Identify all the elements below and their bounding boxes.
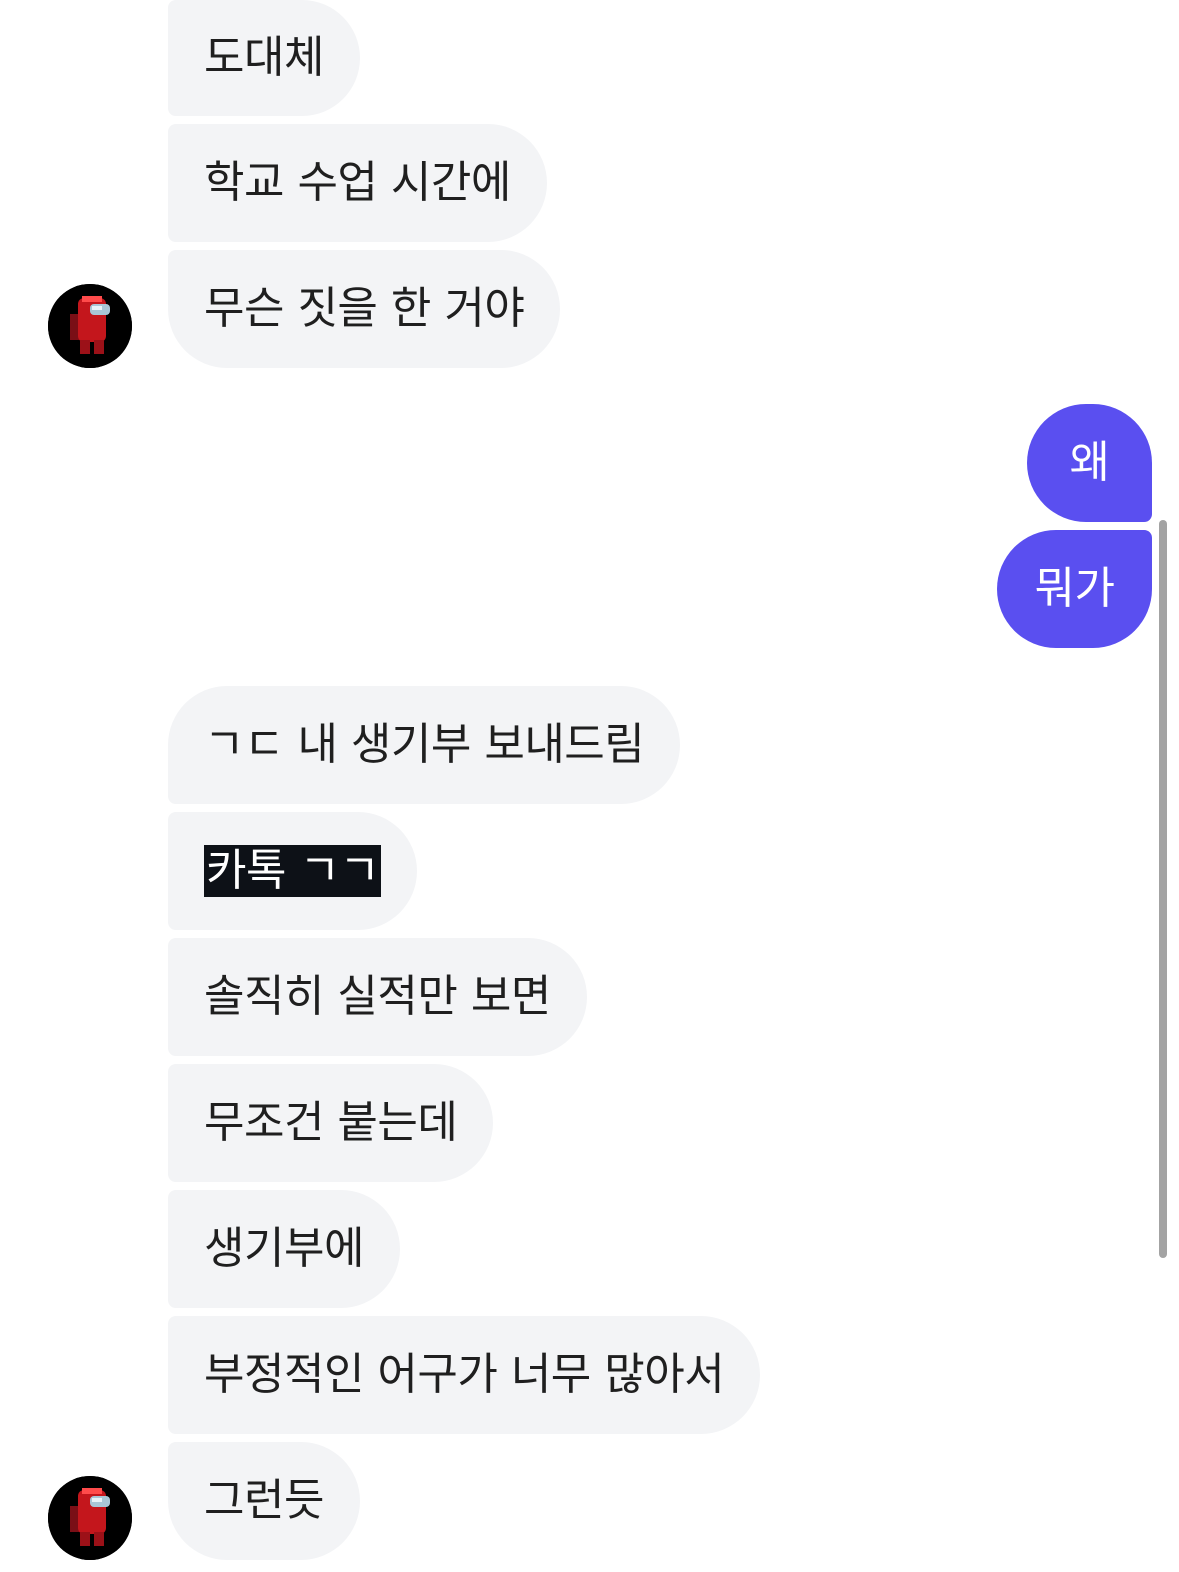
message-bubble-sent[interactable]: 왜	[1027, 404, 1152, 522]
message-bubble-received[interactable]: 그런듯	[168, 1442, 360, 1560]
message-text: ㄱㄷ 내 생기부 보내드림	[204, 719, 645, 770]
message-bubble-received[interactable]: 무조건 붙는데	[168, 1064, 494, 1182]
sender-avatar[interactable]	[48, 284, 132, 368]
scrollbar-thumb[interactable]	[1159, 520, 1167, 1258]
message-bubble-received[interactable]: 무슨 짓을 한 거야	[168, 250, 561, 368]
message-bubble-received[interactable]: 학교 수업 시간에	[168, 124, 547, 242]
message-text: 무슨 짓을 한 거야	[204, 283, 525, 334]
message-text: 왜	[1069, 437, 1110, 488]
message-bubble-received[interactable]: 부정적인 어구가 너무 많아서	[168, 1316, 761, 1434]
message-bubble-received[interactable]: 생기부에	[168, 1190, 400, 1308]
message-bubble-sent[interactable]: 뭐가	[997, 530, 1152, 648]
message-text: 무조건 붙는데	[204, 1097, 458, 1148]
message-bubble-received[interactable]: 도대체	[168, 0, 360, 116]
message-text: 그런듯	[204, 1475, 324, 1526]
message-text: 생기부에	[204, 1223, 364, 1274]
message-text: 도대체	[204, 32, 324, 83]
sender-avatar[interactable]	[48, 1476, 132, 1560]
message-bubble-received[interactable]: 솔직히 실적만 보면	[168, 938, 587, 1056]
chat-thread: 도대체 학교 수업 시간에 무슨 짓을 한 거야 왜 뭐가 ㄱㄷ 내 생기부 보…	[0, 0, 1179, 1572]
message-text: 학교 수업 시간에	[204, 157, 511, 208]
among-us-crewmate-icon	[48, 284, 132, 368]
message-text: 솔직히 실적만 보면	[204, 971, 551, 1022]
message-text-highlighted: 카톡 ㄱㄱ	[204, 845, 382, 897]
message-bubble-received[interactable]: 카톡 ㄱㄱ	[168, 812, 418, 930]
among-us-crewmate-icon	[48, 1476, 132, 1560]
message-bubble-received[interactable]: ㄱㄷ 내 생기부 보내드림	[168, 686, 681, 804]
message-text: 뭐가	[1034, 563, 1115, 614]
message-text: 부정적인 어구가 너무 많아서	[204, 1349, 725, 1400]
